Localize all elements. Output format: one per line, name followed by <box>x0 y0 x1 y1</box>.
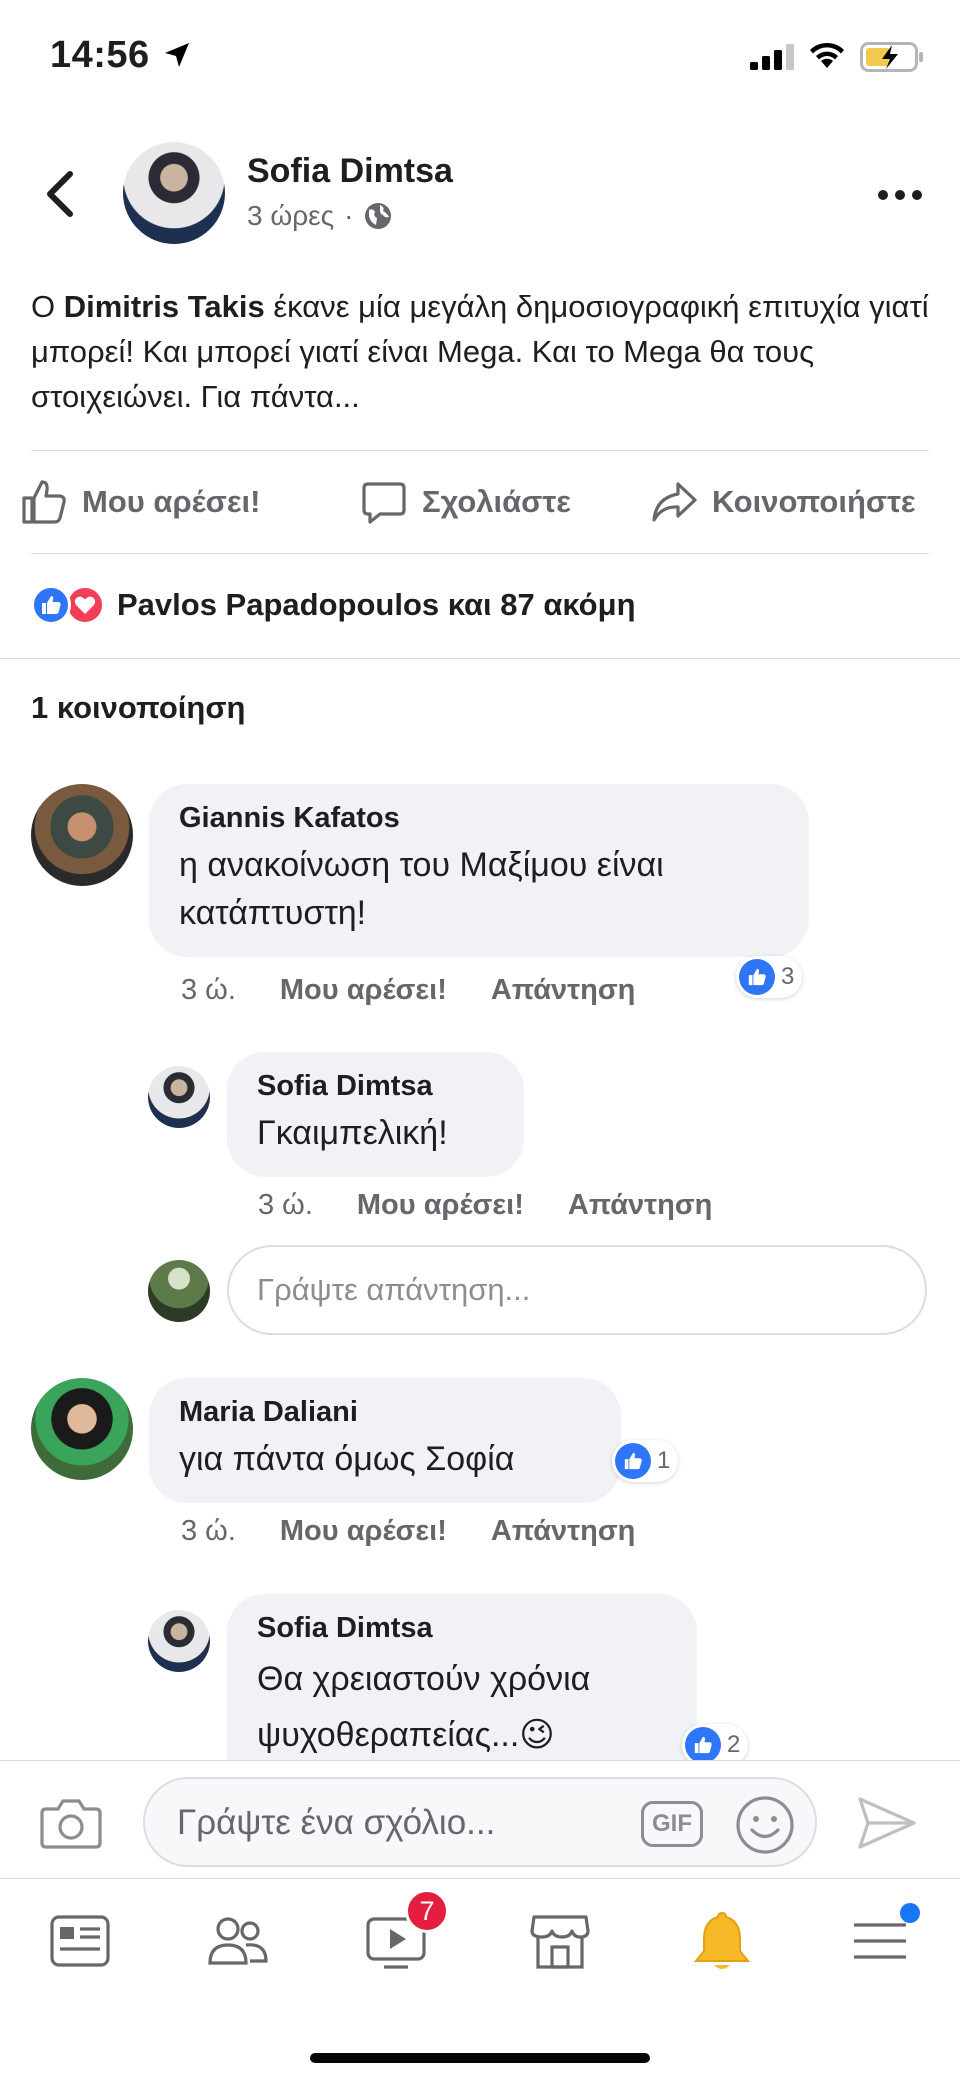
reply-input[interactable]: Γράψτε απάντηση... <box>227 1245 927 1335</box>
commenter-avatar[interactable] <box>31 784 133 886</box>
comment-like-button[interactable]: Μου αρέσει! <box>280 1515 447 1548</box>
comment-input[interactable]: Γράψτε ένα σχόλιο... GIF <box>143 1777 817 1867</box>
comment-text: η ανακοίνωση του Μαξίμου είναι <box>179 846 664 884</box>
like-reaction-icon <box>739 959 775 995</box>
comment-author[interactable]: Sofia Dimtsa <box>257 1612 667 1645</box>
comment-author[interactable]: Maria Daliani <box>179 1396 591 1429</box>
globe-icon <box>365 203 392 229</box>
share-button[interactable]: Κοινοποιήστε <box>650 478 916 526</box>
tab-bar: 7 <box>0 1878 960 2079</box>
comment-text: Θα χρειαστούν χρόνια <box>257 1660 591 1698</box>
post-meta: 3 ώρες · <box>247 200 393 232</box>
emoji-icon[interactable] <box>735 1795 795 1855</box>
commenter-avatar[interactable] <box>31 1378 133 1480</box>
comment-like-button[interactable]: Μου αρέσει! <box>357 1189 524 1222</box>
menu-notification-dot <box>900 1903 920 1923</box>
shares-count[interactable]: 1 κοινοποίηση <box>31 690 245 726</box>
comment-actions: 3 ώ. Μου αρέσει! Απάντηση <box>258 1189 712 1222</box>
like-count-number: 3 <box>781 963 795 990</box>
gif-label: GIF <box>652 1810 692 1837</box>
like-reaction-icon <box>685 1727 721 1763</box>
home-indicator <box>310 2053 650 2063</box>
post-actions: Μου αρέσει! Σχολιάστε Κοινοποιήστε <box>0 460 960 546</box>
post-text-prefix: Ο <box>31 289 64 324</box>
reply-input-placeholder: Γράψτε απάντηση... <box>257 1272 531 1307</box>
post-header: Sofia Dimtsa 3 ώρες · <box>0 118 960 268</box>
status-bar: 14:56 <box>0 0 960 118</box>
like-reaction-icon <box>31 585 71 625</box>
post-author-name[interactable]: Sofia Dimtsa <box>247 152 453 191</box>
comment-reply-button[interactable]: Απάντηση <box>568 1189 713 1222</box>
send-icon[interactable] <box>856 1795 918 1851</box>
location-arrow-icon <box>165 43 189 67</box>
cellular-signal-icon <box>750 44 794 70</box>
comment-reply-button[interactable]: Απάντηση <box>491 1515 636 1548</box>
comment-bubble: Maria Daliani για πάντα όμως Σοφία <box>149 1378 621 1503</box>
reactions-summary[interactable]: Pavlos Papadopoulos και 87 ακόμη <box>31 585 636 625</box>
status-time: 14:56 <box>50 34 150 76</box>
comment-time: 3 ώ. <box>181 1515 236 1547</box>
author-avatar[interactable] <box>123 142 225 244</box>
share-arrow-icon <box>652 482 697 522</box>
camera-icon[interactable] <box>40 1797 102 1849</box>
share-label: Κοινοποιήστε <box>712 484 916 519</box>
back-chevron-icon[interactable] <box>40 168 80 220</box>
like-button[interactable]: Μου αρέσει! <box>20 478 261 526</box>
commenter-avatar[interactable] <box>148 1066 210 1128</box>
wifi-icon <box>810 42 844 68</box>
comment-like-count[interactable]: 1 <box>612 1440 679 1482</box>
comment-text: κατάπτυστη! <box>179 894 367 932</box>
comment-bubble: Sofia Dimtsa Γκαιμπελική! <box>227 1052 524 1177</box>
divider <box>31 553 929 554</box>
comment-author[interactable]: Giannis Kafatos <box>179 802 779 835</box>
comment-label: Σχολιάστε <box>422 484 571 519</box>
comment-like-button[interactable]: Μου αρέσει! <box>280 974 447 1007</box>
marketplace-icon[interactable] <box>528 1909 592 1973</box>
comment-bubble-icon <box>362 482 406 524</box>
current-user-avatar <box>148 1260 210 1322</box>
comment-like-count[interactable]: 3 <box>736 956 803 998</box>
comment-button[interactable]: Σχολιάστε <box>360 478 571 526</box>
comment-input-placeholder: Γράψτε ένα σχόλιο... <box>177 1803 496 1842</box>
post-text: Ο Dimitris Takis έκανε μία μεγάλη δημοσι… <box>31 284 931 419</box>
comment-bubble: Giannis Kafatos η ανακοίνωση του Μαξίμου… <box>149 784 809 957</box>
comment-actions: 3 ώ. Μου αρέσει! Απάντηση <box>181 974 635 1007</box>
more-options-icon[interactable] <box>876 188 924 202</box>
post-time[interactable]: 3 ώρες <box>247 200 334 232</box>
gif-button[interactable]: GIF <box>641 1801 703 1847</box>
like-label: Μου αρέσει! <box>82 484 261 519</box>
comment-text: Γκαιμπελική! <box>257 1114 448 1152</box>
notifications-bell-icon[interactable] <box>690 1909 754 1973</box>
video-notification-badge: 7 <box>405 1889 449 1933</box>
tagged-person-link[interactable]: Dimitris Takis <box>64 289 265 324</box>
comment-time: 3 ώ. <box>258 1189 313 1221</box>
battery-charging-icon <box>860 42 923 72</box>
friends-icon[interactable] <box>206 1909 270 1973</box>
comment-author[interactable]: Sofia Dimtsa <box>257 1070 494 1103</box>
love-reaction-icon <box>65 585 105 625</box>
comment-time: 3 ώ. <box>181 974 236 1006</box>
thumbs-up-icon <box>22 480 66 524</box>
news-feed-icon[interactable] <box>48 1909 112 1973</box>
reactions-summary-text: Pavlos Papadopoulos και 87 ακόμη <box>117 587 636 622</box>
comment-reply-button[interactable]: Απάντηση <box>491 974 636 1007</box>
comment-text: για πάντα όμως Σοφία <box>179 1440 515 1478</box>
comment-actions: 3 ώ. Μου αρέσει! Απάντηση <box>181 1515 635 1548</box>
divider <box>31 450 929 451</box>
like-reaction-icon <box>615 1443 651 1479</box>
commenter-avatar[interactable] <box>148 1610 210 1672</box>
like-count-number: 2 <box>727 1731 741 1758</box>
meta-separator-dot: · <box>344 200 354 231</box>
comment-text: ψυχοθεραπείας...😉 <box>257 1716 555 1754</box>
like-count-number: 1 <box>657 1447 671 1474</box>
divider <box>0 658 960 659</box>
comment-composer: Γράψτε ένα σχόλιο... GIF <box>0 1760 960 1878</box>
